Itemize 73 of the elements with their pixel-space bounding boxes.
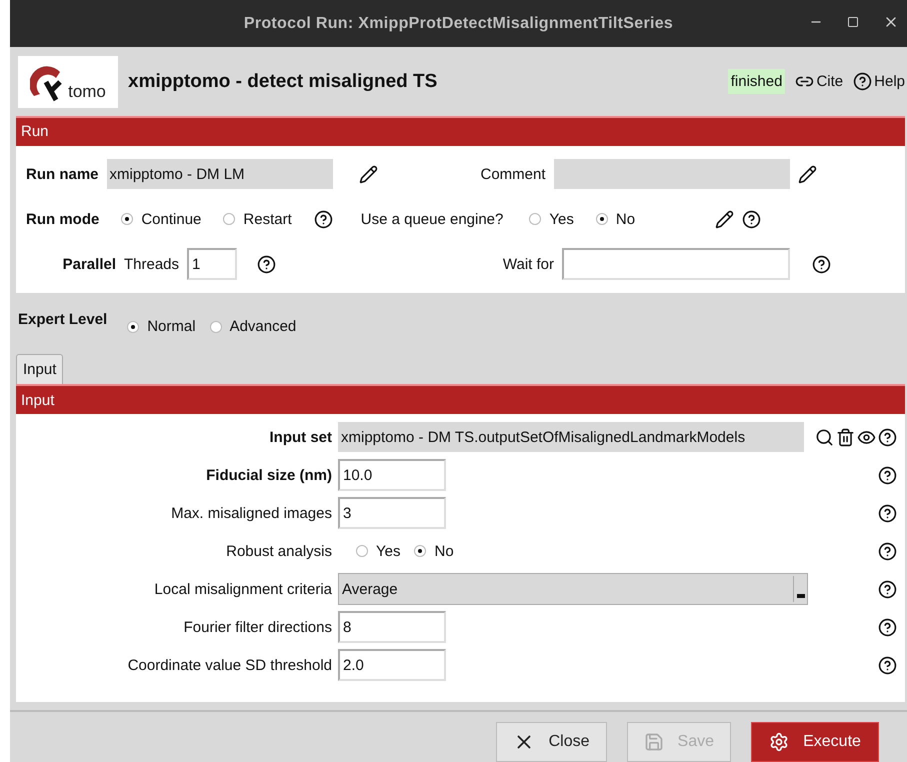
help-icon[interactable] (878, 656, 897, 674)
param-label: Input set (268, 428, 332, 446)
param-label: Coordinate value SD threshold (126, 656, 332, 674)
radio-button[interactable] (121, 213, 134, 226)
section-title: Input (21, 392, 54, 409)
help-icon[interactable] (878, 618, 897, 636)
trash-icon[interactable] (836, 428, 855, 446)
protocol-title: xmipptomo - detect misaligned TS (128, 70, 438, 93)
tab[interactable]: Input (16, 354, 64, 384)
pencil-icon[interactable] (715, 210, 734, 229)
close-button[interactable]: Close (496, 722, 607, 762)
field-label: Run mode (26, 210, 100, 228)
radio-button[interactable] (223, 213, 236, 226)
radio-label: Continue (141, 210, 202, 228)
input-field[interactable]: 2.0 (338, 649, 446, 681)
radio-label: Yes (376, 542, 400, 560)
field-label: Parallel (62, 256, 116, 273)
help-link[interactable]: Help (874, 73, 905, 90)
radio-label: No (616, 210, 636, 228)
param-label: Fourier filter directions (182, 618, 332, 636)
input-field[interactable]: 10.0 (338, 459, 446, 491)
help-icon[interactable] (878, 504, 897, 522)
help-icon[interactable] (878, 580, 897, 598)
radio-button[interactable] (414, 545, 426, 557)
help-icon[interactable] (878, 542, 897, 560)
threads-field[interactable]: 1 (187, 248, 238, 280)
comment-field[interactable] (554, 159, 790, 190)
param-label: Local misalignment criteria (153, 580, 332, 598)
radio-button[interactable] (596, 213, 608, 226)
param-label: Fiducial size (nm) (205, 466, 332, 484)
radio-label: Restart (243, 210, 292, 228)
search-icon[interactable] (815, 428, 834, 446)
radio-label: Advanced (230, 318, 296, 336)
dropdown[interactable]: Average (338, 573, 808, 605)
field-label: Expert Level (18, 311, 108, 328)
radio-button[interactable] (210, 320, 222, 333)
logo-text: tomo (68, 82, 106, 102)
field-label: Use a queue engine? (360, 210, 504, 228)
param-label: Robust analysis (225, 542, 332, 560)
help-icon[interactable] (878, 466, 897, 484)
help-icon[interactable] (812, 254, 832, 274)
save-icon (644, 732, 664, 752)
section-title: Run (21, 123, 49, 140)
field-label: Run name (26, 166, 99, 183)
radio-label: No (434, 542, 454, 560)
run-name-field[interactable]: xmipptomo - DM LM (106, 159, 333, 190)
field-label: Comment (479, 166, 546, 183)
field-label: Threads (124, 256, 180, 273)
input-field[interactable]: 8 (338, 611, 446, 643)
radio-button[interactable] (127, 320, 140, 333)
param-label: Max. misaligned images (170, 504, 332, 522)
maximize-icon[interactable] (847, 14, 859, 30)
help-icon[interactable] (257, 254, 276, 274)
radio-label: Yes (549, 210, 574, 228)
help-icon[interactable] (742, 210, 762, 229)
help-icon[interactable] (853, 72, 872, 92)
help-icon[interactable] (878, 428, 897, 446)
pencil-icon[interactable] (798, 164, 817, 184)
radio-button[interactable] (529, 213, 542, 226)
caret-icon (796, 594, 804, 598)
field-label: Wait for (502, 256, 554, 273)
cite-link[interactable]: Cite (816, 73, 844, 90)
wait-for-field[interactable] (562, 248, 790, 280)
gear-icon (769, 732, 790, 752)
execute-button[interactable]: Execute (751, 722, 879, 762)
radio-button[interactable] (356, 545, 368, 557)
input-field[interactable]: 3 (338, 497, 446, 529)
input-set-field[interactable]: xmipptomo - DM TS.outputSetOfMisalignedLandmarkModels (338, 422, 804, 452)
pencil-icon[interactable] (358, 164, 378, 184)
status-label: finished (728, 69, 786, 94)
help-icon[interactable] (314, 210, 333, 229)
radio-label: Normal (147, 318, 196, 336)
window-title: Protocol Run: XmippProtDetectMisalignmentTiltSeries (244, 14, 674, 33)
